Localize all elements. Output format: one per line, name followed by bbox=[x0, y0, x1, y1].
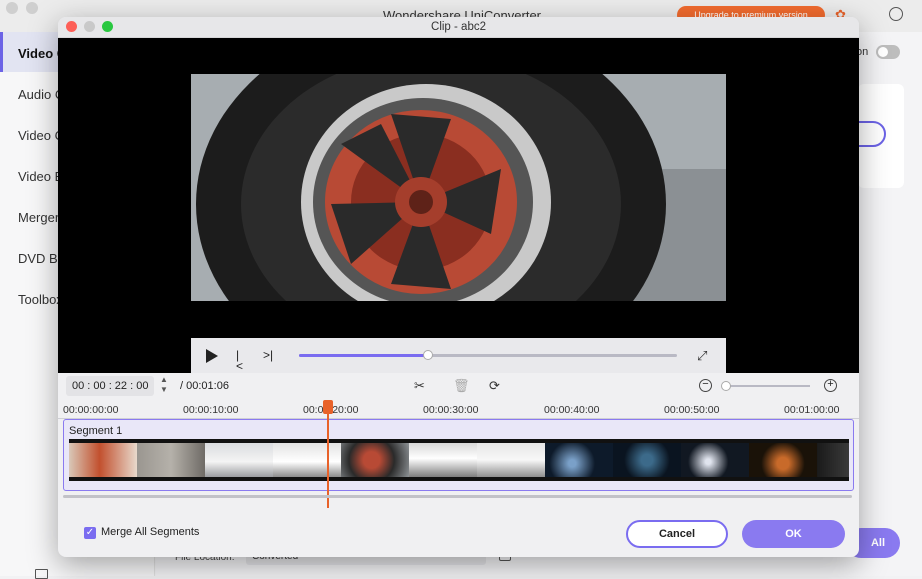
filmstrip-frame bbox=[205, 439, 273, 481]
dialog-title: Clip - abc2 bbox=[431, 21, 486, 33]
video-preview: |< >| ⤢ bbox=[58, 38, 859, 373]
next-frame-icon[interactable]: >| bbox=[263, 349, 273, 361]
sidebar-item-video-editor[interactable]: Video E bbox=[18, 169, 63, 184]
ruler-label: 00:00:50:00 bbox=[664, 404, 720, 416]
chat-icon[interactable] bbox=[889, 7, 903, 21]
video-frame-image bbox=[191, 74, 726, 301]
ruler-label: 00:00:10:00 bbox=[183, 404, 239, 416]
segment-track[interactable]: Segment 1 bbox=[63, 419, 854, 491]
edit-toolbar: 00 : 00 : 22 : 00 ▲ ▼ / 00:01:06 ✂ 🗑 ⟳ −… bbox=[58, 373, 859, 401]
filmstrip bbox=[69, 439, 849, 481]
chevron-up-icon[interactable]: ▲ bbox=[160, 375, 168, 385]
trash-icon[interactable]: 🗑 bbox=[453, 379, 470, 393]
current-time-field[interactable]: 00 : 00 : 22 : 00 bbox=[66, 376, 155, 396]
filmstrip-frame bbox=[273, 439, 341, 481]
filmstrip-frame bbox=[545, 439, 613, 481]
clip-dialog: Clip - abc2 |< >| ⤢ 00: 00: 22: 00 ▲ … bbox=[58, 17, 859, 557]
scissors-icon[interactable]: ✂ bbox=[414, 379, 425, 393]
time-stepper[interactable]: ▲ ▼ bbox=[160, 375, 168, 395]
app-minimize-button[interactable] bbox=[26, 2, 38, 14]
dialog-titlebar: Clip - abc2 bbox=[58, 17, 859, 38]
filmstrip-frame bbox=[681, 439, 749, 481]
filmstrip-frame bbox=[477, 439, 545, 481]
zoom-out-icon[interactable]: − bbox=[699, 379, 712, 392]
filmstrip-frame bbox=[69, 439, 137, 481]
ruler-label: 00:00:30:00 bbox=[423, 404, 479, 416]
timeline-scrollbar[interactable] bbox=[63, 495, 852, 498]
filmstrip-frame bbox=[817, 439, 849, 481]
sidebar-item-toolbox[interactable]: Toolbox bbox=[18, 292, 63, 307]
playhead-handle[interactable] bbox=[323, 400, 333, 414]
segment-label: Segment 1 bbox=[69, 425, 123, 437]
ruler-label: 00:00:00:00 bbox=[63, 404, 119, 416]
chevron-down-icon[interactable]: ▼ bbox=[160, 385, 168, 395]
fullscreen-icon[interactable]: ⤢ bbox=[697, 348, 707, 364]
sidebar-item-merger[interactable]: Merger bbox=[18, 210, 59, 225]
zoom-in-icon[interactable]: + bbox=[824, 379, 837, 392]
video-frame bbox=[191, 74, 726, 301]
rotate-icon[interactable]: ⟳ bbox=[489, 379, 500, 393]
filmstrip-frame bbox=[749, 439, 817, 481]
total-duration: / 00:01:06 bbox=[180, 380, 229, 392]
merge-checkbox[interactable]: ✓ bbox=[84, 527, 96, 539]
ruler-label: 00:00:40:00 bbox=[544, 404, 600, 416]
filmstrip-frame bbox=[409, 439, 477, 481]
merge-label[interactable]: Merge All Segments bbox=[101, 526, 199, 538]
app-window-controls bbox=[6, 2, 38, 14]
player-progress-bar[interactable] bbox=[299, 350, 677, 360]
settings-toggle[interactable] bbox=[876, 45, 900, 59]
ok-button[interactable]: OK bbox=[742, 520, 845, 548]
filmstrip-frame bbox=[613, 439, 681, 481]
filmstrip-frame bbox=[137, 439, 205, 481]
zoom-slider[interactable] bbox=[721, 381, 810, 391]
checkmark-icon: ✓ bbox=[85, 527, 95, 538]
cancel-button[interactable]: Cancel bbox=[626, 520, 728, 548]
previous-frame-icon[interactable]: |< bbox=[236, 349, 246, 372]
filmstrip-frame bbox=[341, 439, 409, 481]
timeline-ruler: 00:00:00:00 00:00:10:00 00:00:20:00 00:0… bbox=[58, 401, 859, 419]
playhead[interactable] bbox=[323, 400, 333, 508]
app-close-button[interactable] bbox=[6, 2, 18, 14]
player-progress-knob[interactable] bbox=[422, 350, 433, 360]
play-icon[interactable] bbox=[206, 349, 218, 363]
zoom-slider-knob[interactable] bbox=[721, 381, 731, 391]
ruler-label: 00:01:00:00 bbox=[784, 404, 840, 416]
player-controls: |< >| ⤢ bbox=[191, 338, 726, 373]
book-icon[interactable] bbox=[35, 569, 48, 579]
player-progress-fill bbox=[299, 354, 428, 357]
